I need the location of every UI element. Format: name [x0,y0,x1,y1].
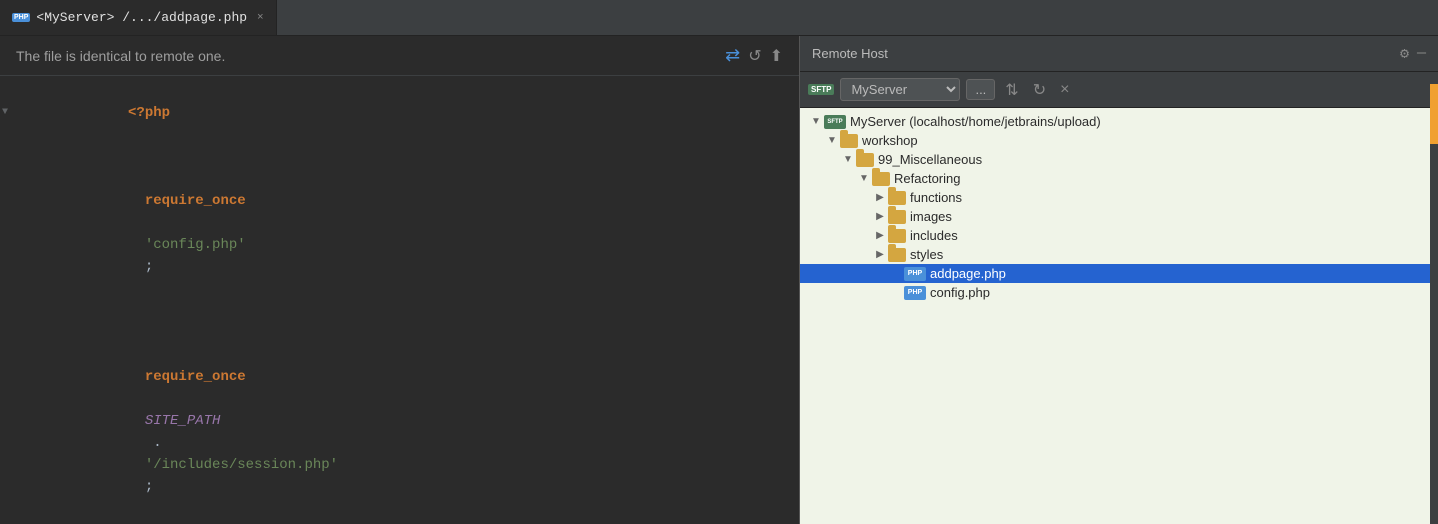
tab-bar: PHP <MyServer> /.../addpage.php × [0,0,1438,36]
folder-icon [888,210,906,224]
folder-label: workshop [862,133,918,148]
string: 'config.php' [145,237,246,253]
tree-item-workshop[interactable]: ▼ workshop [800,131,1438,150]
file-label: config.php [930,285,990,300]
close-panel-button[interactable]: × [1056,79,1073,101]
folder-label: includes [910,228,958,243]
tab-addpage[interactable]: PHP <MyServer> /.../addpage.php × [0,0,277,35]
code-line: ▼ <?php [0,80,799,146]
constant: SITE_PATH [145,413,221,429]
sftp-badge: SFTP [808,84,834,95]
main-content: The file is identical to remote one. ⇄ ↺… [0,36,1438,524]
sort-button[interactable]: ⇅ [1001,78,1022,102]
tree-item-styles[interactable]: ▶ styles [800,245,1438,264]
identical-message: The file is identical to remote one. [16,48,225,64]
code-editor: ▼ <?php require_once 'config.php' ; [0,76,799,524]
file-tree: ▼ SFTP MyServer (localhost/home/jetbrain… [800,108,1438,524]
code-plain [145,391,153,407]
folder-icon [840,134,858,148]
root-label: MyServer (localhost/home/jetbrains/uploa… [850,114,1101,129]
chevron-icon: ▼ [808,116,824,127]
tree-item-addpage[interactable]: PHP addpage.php [800,264,1438,283]
tree-item-99misc[interactable]: ▼ 99_Miscellaneous [800,150,1438,169]
code-content: <?php [36,80,799,146]
tab-title: <MyServer> /.../addpage.php [36,10,247,25]
code-plain [145,215,153,231]
tree-item-images[interactable]: ▶ images [800,207,1438,226]
info-bar: The file is identical to remote one. ⇄ ↺… [0,36,799,76]
folder-label: images [910,209,952,224]
refresh-button[interactable]: ↻ [1029,78,1050,102]
folder-icon [888,229,906,243]
tree-item-refactoring[interactable]: ▼ Refactoring [800,169,1438,188]
folder-label: 99_Miscellaneous [878,152,982,167]
php-file-icon: PHP [904,286,926,300]
folder-icon [872,172,890,186]
chevron-icon: ▶ [872,249,888,260]
code-panel: The file is identical to remote one. ⇄ ↺… [0,36,800,524]
gear-icon[interactable]: ⚙ [1400,44,1409,63]
remote-panel: Remote Host ⚙ — SFTP MyServer ... ⇅ ↻ × … [800,36,1438,524]
remote-toolbar: SFTP MyServer ... ⇅ ↻ × [800,72,1438,108]
string: '/includes/session.php' [145,457,338,473]
code-line: require_once SITE_PATH . '/includes/sess… [0,322,799,524]
folder-label: Refactoring [894,171,960,186]
upload-icon[interactable]: ⬆ [770,46,783,66]
keyword: require_once [145,369,246,385]
server-select[interactable]: MyServer [840,78,960,101]
tree-item-functions[interactable]: ▶ functions [800,188,1438,207]
info-bar-actions: ⇄ ↺ ⬆ [725,45,783,66]
undo-icon[interactable]: ↺ [748,46,761,66]
code-line: require_once 'config.php' ; [0,146,799,322]
fold-icon[interactable]: ▼ [2,102,8,124]
tree-item-includes[interactable]: ▶ includes [800,226,1438,245]
remote-header-icons: ⚙ — [1400,44,1426,63]
chevron-icon: ▼ [824,135,840,146]
code-plain: . [145,435,170,451]
remote-host-title: Remote Host [812,46,888,61]
code-plain: ; [145,479,153,495]
chevron-icon: ▶ [872,211,888,222]
code-content: require_once 'config.php' ; [36,146,799,322]
keyword: require_once [145,193,246,209]
tree-item-config[interactable]: PHP config.php [800,283,1438,302]
folder-label: functions [910,190,962,205]
tree-item-root[interactable]: ▼ SFTP MyServer (localhost/home/jetbrain… [800,112,1438,131]
php-icon: PHP [12,13,30,22]
php-open-tag: <?php [128,105,170,121]
code-plain: ; [145,259,153,275]
sftp-root-icon: SFTP [824,115,846,129]
folder-icon [856,153,874,167]
chevron-icon: ▶ [872,192,888,203]
chevron-icon: ▼ [856,173,872,184]
php-file-icon: PHP [904,267,926,281]
folder-icon [888,248,906,262]
code-content: require_once SITE_PATH . '/includes/sess… [36,322,799,524]
folder-label: styles [910,247,943,262]
line-gutter: ▼ [0,80,36,146]
tab-close-button[interactable]: × [257,12,264,24]
chevron-icon: ▼ [840,154,856,165]
remote-host-header: Remote Host ⚙ — [800,36,1438,72]
minimize-icon[interactable]: — [1417,45,1426,62]
file-label: addpage.php [930,266,1006,281]
more-button[interactable]: ... [966,79,995,100]
folder-icon [888,191,906,205]
chevron-icon: ▶ [872,230,888,241]
sync-icon[interactable]: ⇄ [725,45,740,66]
